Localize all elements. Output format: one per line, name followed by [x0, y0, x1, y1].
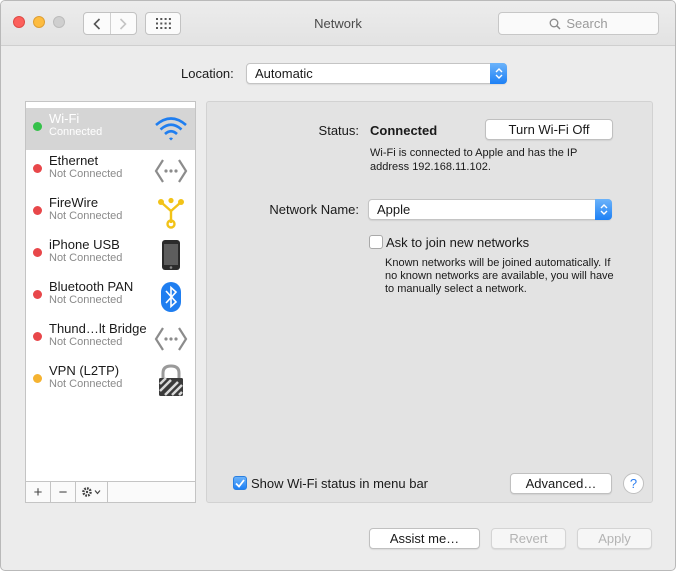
service-status: Not Connected: [49, 294, 123, 306]
status-dot: [33, 164, 42, 173]
network-name-label: Network Name:: [269, 202, 359, 217]
add-service-button[interactable]: +: [26, 482, 51, 502]
search-icon: [549, 18, 561, 30]
search-placeholder: Search: [566, 16, 608, 31]
status-value: Connected: [370, 123, 438, 138]
popup-arrows-icon: [595, 199, 612, 220]
status-dot: [33, 332, 42, 341]
ask-description-line-1: Known networks will be joined automatica…: [385, 257, 611, 269]
iphone-icon: [153, 237, 189, 273]
turn-wifi-off-button[interactable]: Turn Wi-Fi Off: [485, 119, 613, 140]
bluetooth-icon: [153, 279, 189, 315]
ask-description-line-3: to manually select a network.: [385, 283, 527, 295]
service-name: FireWire: [49, 195, 99, 210]
vpn-lock-icon: [153, 363, 189, 399]
revert-button[interactable]: Revert: [491, 528, 566, 549]
service-name: VPN (L2TP): [49, 363, 120, 378]
ethernet-icon: [153, 153, 189, 189]
sidebar-toolbar: + −: [25, 482, 196, 503]
status-dot: [33, 122, 42, 131]
ask-to-join-checkbox[interactable]: [369, 235, 383, 249]
popup-arrows-icon: [490, 63, 507, 84]
location-label: Location:: [181, 66, 234, 81]
status-dot: [33, 248, 42, 257]
title-bar: Network Search: [1, 1, 675, 46]
status-description-line-1: Wi-Fi is connected to Apple and has the …: [370, 147, 578, 159]
show-wifi-status-checkbox[interactable]: [233, 476, 247, 490]
service-item-thunderbolt-bridge[interactable]: Thund…lt Bridge Not Connected: [26, 318, 195, 360]
ask-description-line-2: no known networks are available, you wil…: [385, 270, 614, 282]
service-status: Not Connected: [49, 252, 123, 264]
network-name-value: Apple: [377, 202, 411, 217]
service-name: Wi-Fi: [49, 111, 80, 126]
show-wifi-status-label: Show Wi-Fi status in menu bar: [251, 476, 429, 491]
status-description-line-2: address 192.168.11.102.: [370, 161, 491, 173]
thunderbolt-bridge-icon: [153, 321, 189, 357]
apply-button[interactable]: Apply: [577, 528, 652, 549]
service-status: Not Connected: [49, 210, 123, 222]
service-status: Not Connected: [49, 378, 123, 390]
service-item-vpn-l2tp[interactable]: VPN (L2TP) Not Connected: [26, 360, 195, 402]
status-label: Status:: [318, 123, 359, 138]
checkmark-icon: [235, 478, 245, 488]
action-menu-button[interactable]: [76, 482, 108, 502]
service-name: Ethernet: [49, 153, 99, 168]
ask-to-join-label: Ask to join new networks: [386, 235, 530, 250]
service-item-firewire[interactable]: FireWire Not Connected: [26, 192, 195, 234]
service-item-wifi[interactable]: Wi-Fi Connected: [26, 108, 195, 150]
advanced-button[interactable]: Advanced…: [510, 473, 612, 494]
service-item-iphone-usb[interactable]: iPhone USB Not Connected: [26, 234, 195, 276]
status-dot: [33, 206, 42, 215]
service-item-bluetooth-pan[interactable]: Bluetooth PAN Not Connected: [26, 276, 195, 318]
gear-icon: [81, 487, 100, 497]
service-name: iPhone USB: [49, 237, 120, 252]
assist-me-button[interactable]: Assist me…: [369, 528, 480, 549]
service-item-ethernet[interactable]: Ethernet Not Connected: [26, 150, 195, 192]
network-preferences-window: Network Search Location: Automatic Wi-Fi…: [0, 0, 676, 571]
service-status: Connected: [49, 126, 103, 138]
remove-service-button[interactable]: −: [51, 482, 76, 502]
status-dot: [33, 290, 42, 299]
location-value: Automatic: [255, 66, 313, 81]
location-popup[interactable]: Automatic: [246, 63, 507, 84]
help-button[interactable]: ?: [623, 473, 644, 494]
service-status: Not Connected: [49, 168, 123, 180]
service-list: Wi-Fi Connected Ethernet Not Connected F…: [25, 101, 196, 482]
service-status: Not Connected: [49, 336, 123, 348]
firewire-icon: [153, 195, 189, 231]
network-name-popup[interactable]: Apple: [368, 199, 612, 220]
wifi-icon: [153, 111, 189, 147]
status-dot: [33, 374, 42, 383]
service-name: Thund…lt Bridge: [49, 321, 147, 336]
search-field[interactable]: Search: [498, 12, 659, 35]
service-name: Bluetooth PAN: [49, 279, 134, 294]
